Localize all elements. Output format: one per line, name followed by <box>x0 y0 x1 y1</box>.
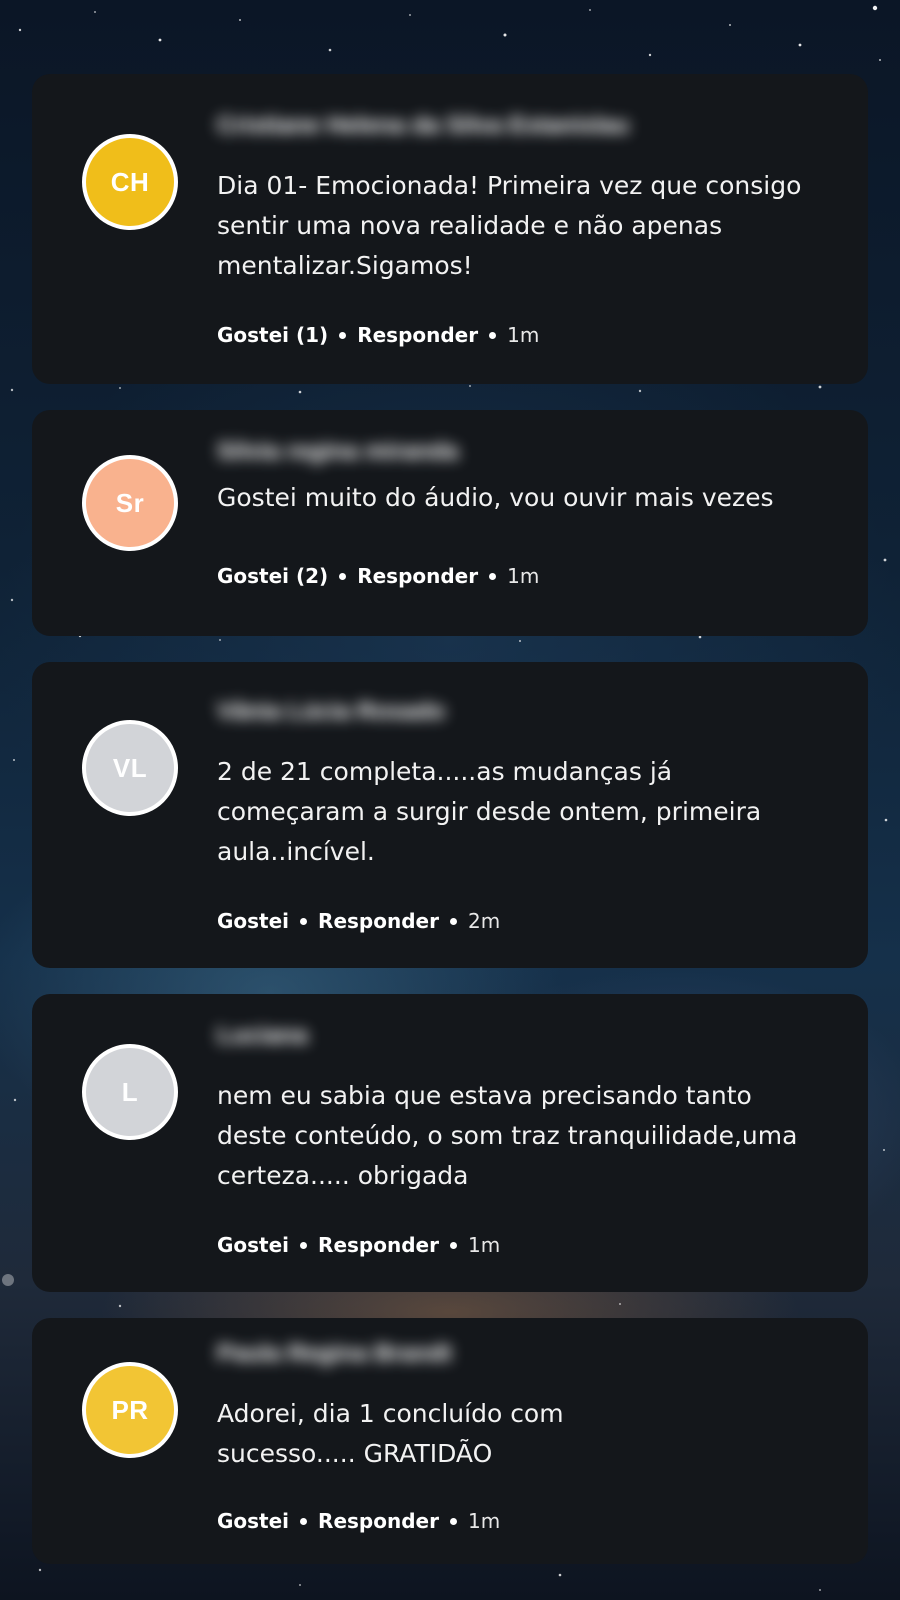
comment-actions: Gostei (2) Responder 1m <box>217 561 539 591</box>
timestamp: 1m <box>507 564 540 588</box>
reply-button[interactable]: Responder <box>318 1509 439 1533</box>
comment-card: L Luciana nem eu sabia que estava precis… <box>32 994 868 1292</box>
avatar[interactable]: CH <box>82 134 178 230</box>
avatar[interactable]: PR <box>82 1362 178 1458</box>
separator-dot <box>300 917 308 925</box>
reply-button[interactable]: Responder <box>357 564 478 588</box>
reply-button[interactable]: Responder <box>318 909 439 933</box>
timestamp: 1m <box>507 323 540 347</box>
comment-text: nem eu sabia que estava precisando tanto… <box>217 1081 798 1190</box>
timestamp: 1m <box>467 1233 501 1257</box>
avatar[interactable]: VL <box>82 720 178 816</box>
comment-card: PR Paula Regina Brandt Adorei, dia 1 con… <box>32 1318 868 1564</box>
like-button[interactable]: Gostei <box>217 1509 289 1533</box>
avatar-initials: VL <box>112 752 148 783</box>
separator-dot <box>449 917 457 925</box>
comment-actions: Gostei Responder 1m <box>217 1506 500 1536</box>
like-button[interactable]: Gostei (1) <box>217 323 328 347</box>
like-button[interactable]: Gostei (2) <box>217 564 328 588</box>
comment-actions: Gostei Responder 2m <box>217 906 500 936</box>
separator-dot <box>300 1241 308 1249</box>
separator-dot <box>449 1517 457 1525</box>
avatar[interactable]: Sr <box>82 455 178 551</box>
like-button[interactable]: Gostei <box>217 909 289 933</box>
commenter-name[interactable]: Vânia Lúcia Rosado <box>217 698 445 726</box>
comment-text: Dia 01- Emocionada! Primeira vez que con… <box>217 171 802 280</box>
separator-dot <box>489 331 497 339</box>
reply-button[interactable]: Responder <box>318 1233 439 1257</box>
reply-button[interactable]: Responder <box>357 323 478 347</box>
separator-dot <box>339 572 347 580</box>
avatar[interactable]: L <box>82 1044 178 1140</box>
separator-dot <box>339 331 347 339</box>
like-button[interactable]: Gostei <box>217 1233 289 1257</box>
avatar-initials: CH <box>110 166 150 197</box>
comment-card: VL Vânia Lúcia Rosado 2 de 21 completa..… <box>32 662 868 968</box>
avatar-initials: L <box>121 1076 139 1107</box>
comment-text: 2 de 21 completa.....as mudanças já come… <box>217 757 762 866</box>
commenter-name[interactable]: Cristiane Helena da Silva Estanislau <box>217 112 629 140</box>
timestamp: 2m <box>467 909 501 933</box>
comment-text: Gostei muito do áudio, vou ouvir mais ve… <box>217 483 774 512</box>
commenter-name[interactable]: Paula Regina Brandt <box>217 1340 452 1368</box>
comment-card: Sr Silvia regina miranda Gostei muito do… <box>32 410 868 636</box>
timestamp: 1m <box>467 1509 501 1533</box>
avatar-initials: Sr <box>115 487 145 518</box>
separator-dot <box>300 1517 308 1525</box>
separator-dot <box>449 1241 457 1249</box>
separator-dot <box>489 572 497 580</box>
commenter-name[interactable]: Silvia regina miranda <box>217 438 458 466</box>
commenter-name[interactable]: Luciana <box>217 1022 308 1050</box>
comment-text: Adorei, dia 1 concluído com sucesso.....… <box>217 1399 564 1468</box>
comment-card: CH Cristiane Helena da Silva Estanislau … <box>32 74 868 384</box>
comment-actions: Gostei Responder 1m <box>217 1230 500 1260</box>
avatar-initials: PR <box>111 1394 149 1425</box>
comment-actions: Gostei (1) Responder 1m <box>217 320 539 350</box>
